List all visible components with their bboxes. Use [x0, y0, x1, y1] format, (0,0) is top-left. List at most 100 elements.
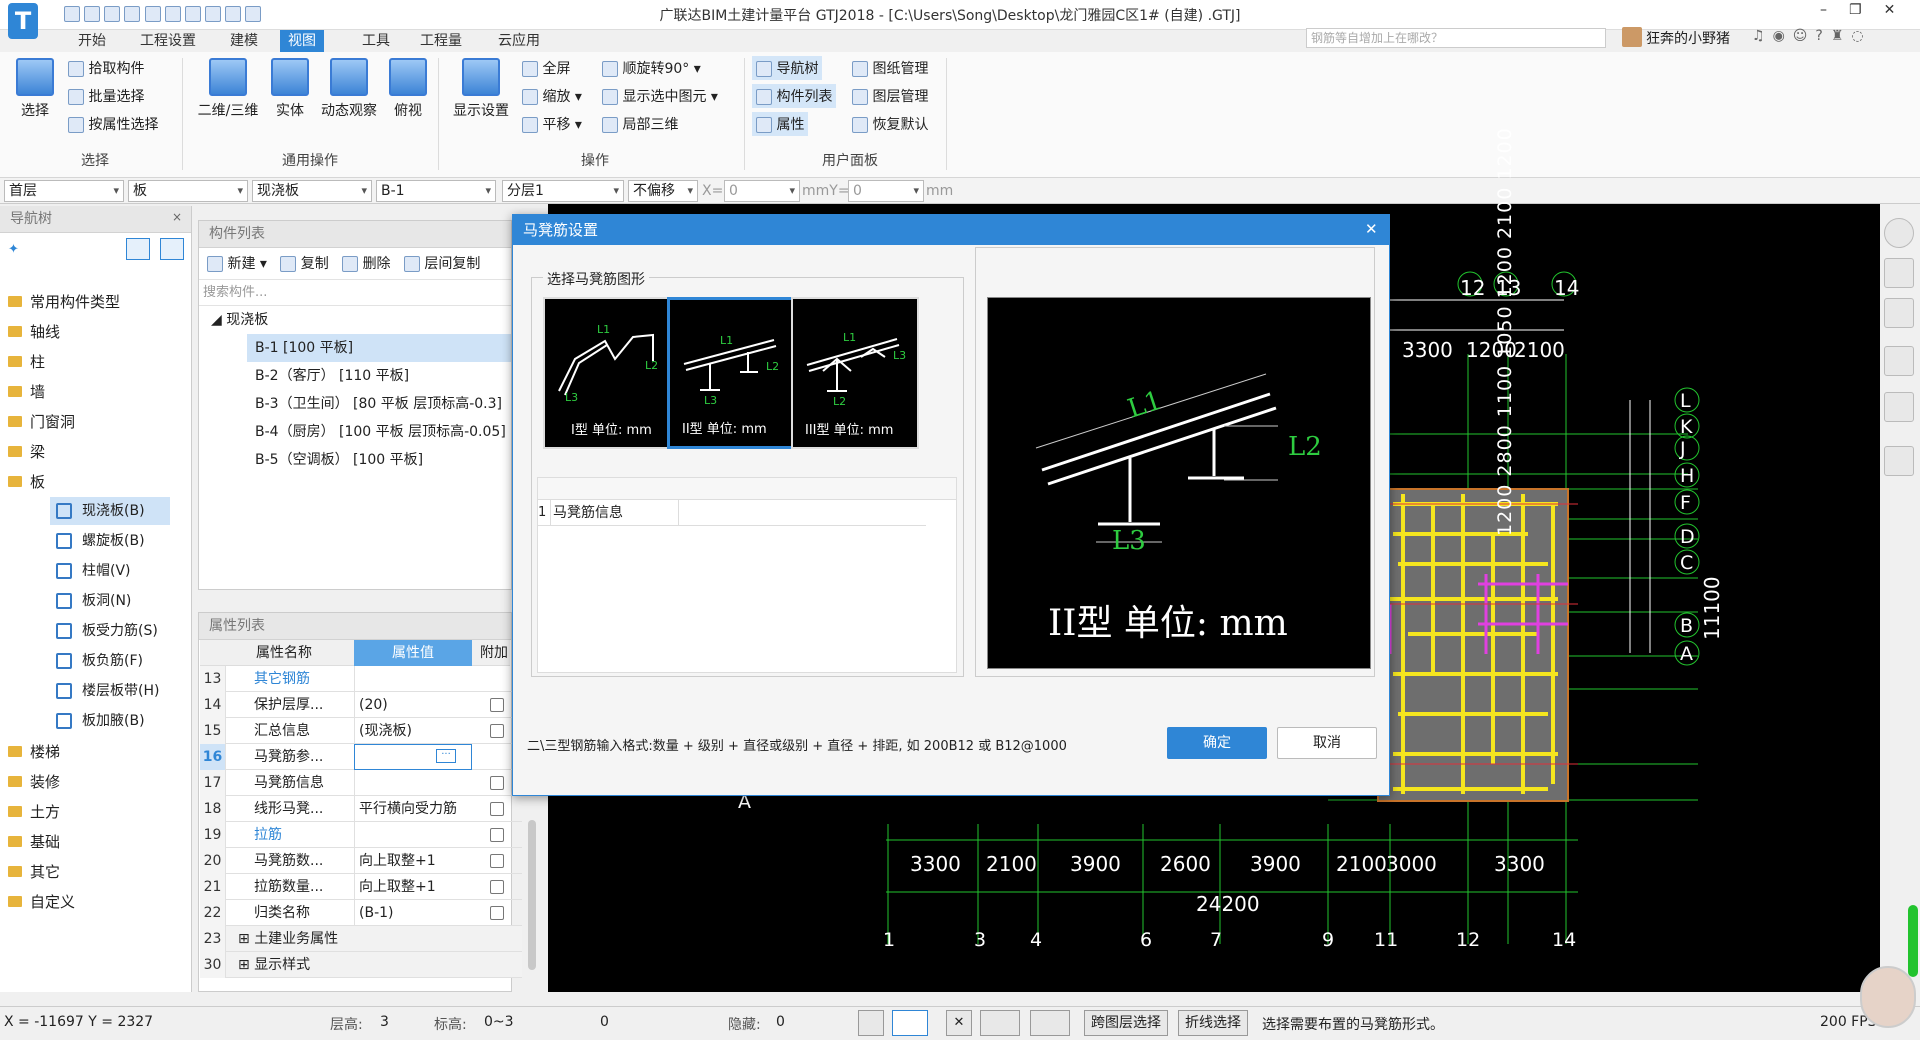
- nav-item-openings[interactable]: 门窗洞: [0, 407, 190, 437]
- select-by-property-button[interactable]: 按属性选择: [68, 114, 158, 134]
- prop-value[interactable]: (20): [354, 692, 472, 718]
- angle-toggle-icon[interactable]: [980, 1010, 1020, 1036]
- brush-icon[interactable]: [225, 6, 242, 22]
- nav-sub-slab-haunch[interactable]: 板加腋(B): [50, 707, 170, 735]
- redo-icon[interactable]: [144, 6, 161, 22]
- nav-sub-cast-slab[interactable]: 现浇板(B): [50, 497, 170, 525]
- report-icon[interactable]: [184, 6, 201, 22]
- category-select[interactable]: 板: [128, 180, 248, 202]
- bell-icon[interactable]: ♫: [1752, 28, 1773, 44]
- ellipsis-button[interactable]: ···: [436, 749, 456, 763]
- shirt-icon[interactable]: ♜: [1831, 28, 1852, 44]
- restore-default-button[interactable]: 恢复默认: [852, 114, 928, 134]
- extra-checkbox[interactable]: [490, 828, 504, 842]
- nav-item-stairs[interactable]: 楼梯: [0, 737, 190, 767]
- x-offset-input[interactable]: 0: [724, 180, 800, 202]
- property-row[interactable]: 22 归类名称 (B-1): [200, 900, 522, 926]
- y-offset-input[interactable]: 0: [848, 180, 924, 202]
- component-item-b4[interactable]: B-4（厨房） [100 平板 层顶标高-0.05]: [247, 418, 511, 446]
- select-button[interactable]: 选择: [10, 58, 60, 120]
- ortho-toggle-icon[interactable]: [858, 1010, 884, 1036]
- nav-item-wall[interactable]: 墙: [0, 377, 190, 407]
- undo-icon[interactable]: [124, 6, 141, 22]
- property-row[interactable]: 18 线形马凳... 平行横向受力筋: [200, 796, 522, 822]
- display-settings-button[interactable]: 显示设置: [448, 58, 514, 120]
- view-cube-icon[interactable]: [1884, 218, 1914, 248]
- component-item-b3[interactable]: B-3（卫生间） [80 平板 层顶标高-0.3]: [247, 390, 511, 418]
- table-icon[interactable]: [204, 6, 221, 22]
- nav-item-slab[interactable]: 板: [0, 467, 190, 497]
- floor-copy-button[interactable]: 层间复制: [403, 256, 480, 272]
- tab-cloud[interactable]: 云应用: [490, 30, 548, 52]
- nav-item-custom[interactable]: 自定义: [0, 887, 190, 917]
- extra-checkbox[interactable]: [490, 906, 504, 920]
- pin-icon[interactable]: ✦: [8, 242, 19, 257]
- user-avatar[interactable]: [1622, 27, 1642, 47]
- zoom-button[interactable]: 缩放 ▾: [522, 86, 582, 106]
- grid-icon[interactable]: [245, 6, 262, 22]
- prop-value[interactable]: (现浇板): [354, 718, 472, 744]
- nav-item-beam[interactable]: 梁: [0, 437, 190, 467]
- extra-checkbox[interactable]: [490, 880, 504, 894]
- cancel-button[interactable]: 取消: [1277, 727, 1377, 759]
- prop-value[interactable]: (B-1): [354, 900, 472, 926]
- tab-quantity[interactable]: 工程量: [412, 30, 470, 52]
- top-view-button[interactable]: 俯视: [388, 58, 428, 120]
- solid-button[interactable]: 实体: [270, 58, 310, 120]
- extra-checkbox[interactable]: [490, 776, 504, 790]
- component-item-b1[interactable]: B-1 [100 平板]: [247, 334, 511, 362]
- property-row[interactable]: 13 其它钢筋: [200, 666, 522, 692]
- tab-modeling[interactable]: 建模: [222, 30, 266, 52]
- pan-button[interactable]: 平移 ▾: [522, 114, 582, 134]
- property-group-row[interactable]: 23 ⊞ 土建业务属性: [200, 926, 522, 952]
- component-list-toggle[interactable]: 构件列表: [752, 84, 837, 108]
- prop-value[interactable]: [354, 666, 472, 692]
- help-icon[interactable]: ?: [1815, 28, 1830, 44]
- layer-select[interactable]: 分层1: [502, 180, 624, 202]
- property-group-row[interactable]: 30 ⊞ 显示样式: [200, 952, 522, 978]
- nav-sub-column-cap[interactable]: 柱帽(V): [50, 557, 170, 585]
- table-row[interactable]: 1 马凳筋信息: [538, 500, 926, 526]
- property-row[interactable]: 14 保护层厚... (20): [200, 692, 522, 718]
- snap-toggle-icon[interactable]: [892, 1010, 928, 1036]
- property-row-selected[interactable]: 16 马凳筋参... ···: [200, 744, 522, 770]
- new-file-icon[interactable]: [64, 6, 80, 22]
- nav-sub-slab-hole[interactable]: 板洞(N): [50, 587, 170, 615]
- new-component-button[interactable]: 新建 ▾: [207, 256, 267, 272]
- extra-checkbox[interactable]: [490, 724, 504, 738]
- copy-component-button[interactable]: 复制: [280, 256, 329, 272]
- show-selected-button[interactable]: 显示选中图元 ▾: [602, 86, 718, 106]
- nav-tree-toggle[interactable]: 导航树: [752, 56, 823, 80]
- component-group[interactable]: ◢ 现浇板: [199, 306, 511, 334]
- shape-type-3[interactable]: L1 L3 L2 III型 单位: mm: [791, 297, 919, 449]
- polyline-select-button[interactable]: 折线选择: [1178, 1010, 1248, 1036]
- service-icon[interactable]: ☺: [1793, 28, 1816, 44]
- properties-toggle[interactable]: 属性: [752, 112, 809, 136]
- rotate-view-icon[interactable]: [1884, 392, 1914, 422]
- tab-project-settings[interactable]: 工程设置: [132, 30, 204, 52]
- extra-checkbox[interactable]: [490, 854, 504, 868]
- user-name[interactable]: 狂奔的小野猪: [1646, 28, 1730, 48]
- batch-select-button[interactable]: 批量选择: [68, 86, 144, 106]
- settings-icon[interactable]: ◌: [1851, 28, 1871, 44]
- tab-view[interactable]: 视图: [280, 30, 324, 52]
- save-icon[interactable]: [104, 6, 121, 22]
- pick-component-button[interactable]: 拾取构件: [68, 58, 144, 78]
- 3d-view-icon[interactable]: [1884, 258, 1914, 288]
- top-view-tool-icon[interactable]: [1884, 298, 1914, 328]
- assistant-mascot[interactable]: [1860, 966, 1916, 1028]
- nav-item-axis[interactable]: 轴线: [0, 317, 190, 347]
- dialog-close-icon[interactable]: ✕: [1365, 220, 1378, 238]
- box-view-icon[interactable]: [1884, 346, 1914, 376]
- minimize-icon[interactable]: –: [1820, 2, 1849, 18]
- extra-checkbox[interactable]: [490, 802, 504, 816]
- rotate-90-button[interactable]: 顺旋转90° ▾: [602, 58, 701, 78]
- nav-item-other[interactable]: 其它: [0, 857, 190, 887]
- local-3d-button[interactable]: 局部三维: [602, 114, 678, 134]
- table-row-value[interactable]: [678, 500, 926, 526]
- 2d-3d-button[interactable]: 二维/三维: [194, 58, 262, 120]
- nav-sub-floor-strip[interactable]: 楼层板带(H): [50, 677, 170, 705]
- restore-icon[interactable]: ❐: [1849, 2, 1884, 18]
- dynamic-view-button[interactable]: 动态观察: [316, 58, 382, 120]
- nav-item-common-types[interactable]: 常用构件类型: [0, 287, 190, 317]
